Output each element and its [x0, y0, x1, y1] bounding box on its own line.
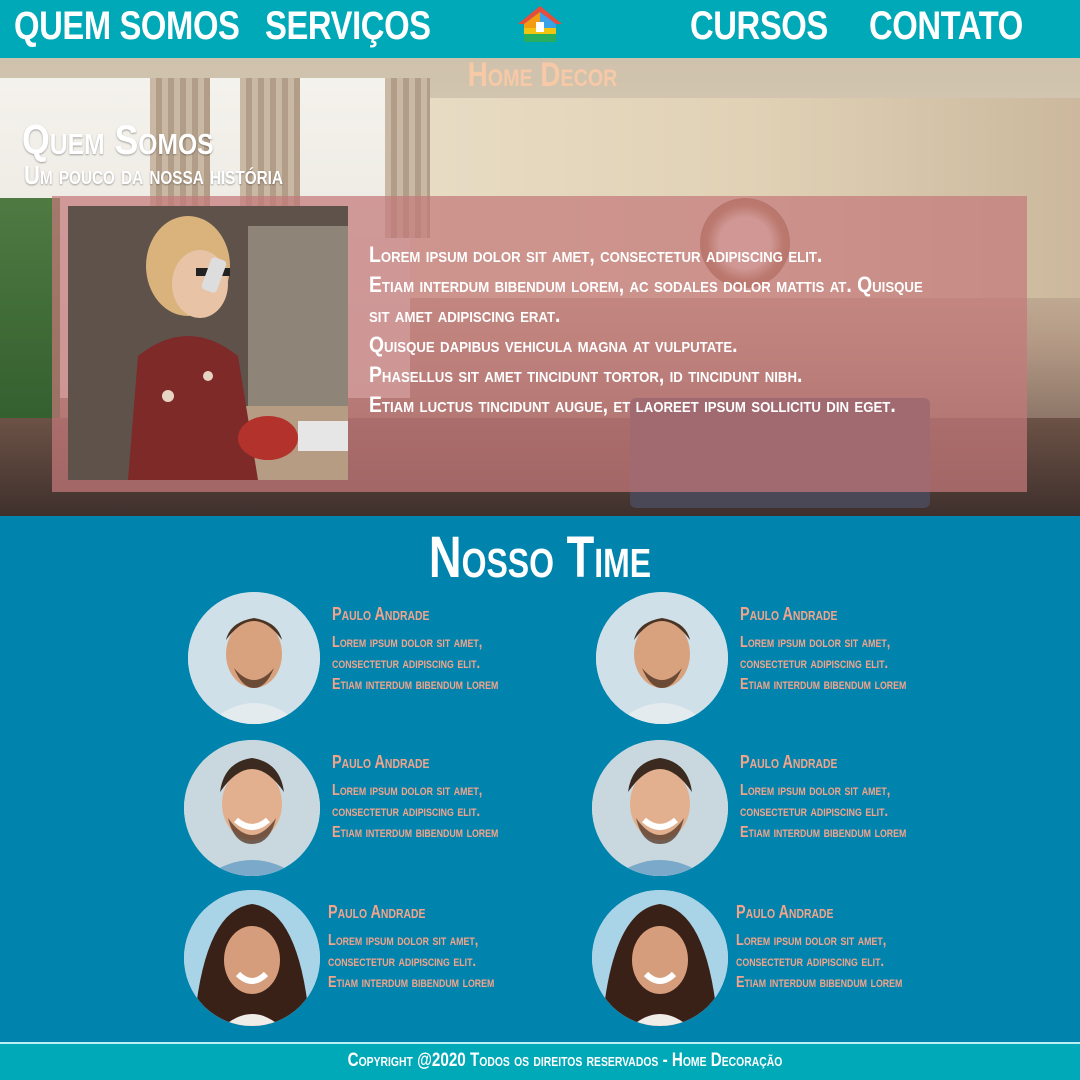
nav-link-quem-somos[interactable]: QUEM SOMOS — [14, 4, 240, 49]
about-title: Quem Somos — [22, 116, 214, 163]
about-text: Lorem ipsum dolor sit amet, consectetur … — [369, 242, 923, 417]
member-avatar — [596, 592, 728, 724]
about-subtitle: Um pouco da nossa história — [24, 160, 283, 190]
member-name: Paulo Andrade — [740, 752, 838, 772]
member-avatar — [188, 592, 320, 724]
member-avatar — [592, 890, 728, 1026]
nav-link-cursos[interactable]: CURSOS — [690, 4, 828, 49]
team-member-card: Paulo Andrade Lorem ipsum dolor sit amet… — [592, 890, 992, 1026]
member-name: Paulo Andrade — [328, 902, 426, 922]
nav-link-contato[interactable]: CONTATO — [869, 4, 1023, 49]
nav-link-servicos[interactable]: SERVIÇOS — [265, 4, 431, 49]
member-avatar — [184, 740, 320, 876]
team-member-card: Paulo Andrade Lorem ipsum dolor sit amet… — [184, 890, 584, 1026]
member-avatar — [592, 740, 728, 876]
member-name: Paulo Andrade — [332, 752, 430, 772]
footer: Copyright @2020 Todos os direitos reserv… — [0, 1042, 1080, 1080]
team-member-card: Paulo Andrade Lorem ipsum dolor sit amet… — [188, 592, 588, 728]
member-description: Lorem ipsum dolor sit amet, consectetur … — [328, 932, 495, 991]
team-member-card: Paulo Andrade Lorem ipsum dolor sit amet… — [592, 740, 992, 876]
house-logo-icon[interactable] — [514, 4, 566, 44]
member-name: Paulo Andrade — [332, 604, 430, 624]
team-title: Nosso Time — [428, 525, 652, 590]
top-nav: QUEM SOMOS SERVIÇOS CURSOS CONTATO — [0, 0, 1080, 58]
member-description: Lorem ipsum dolor sit amet, consectetur … — [736, 932, 903, 991]
brand-name: Home Decor — [467, 56, 618, 94]
member-name: Paulo Andrade — [740, 604, 838, 624]
member-description: Lorem ipsum dolor sit amet, consectetur … — [332, 782, 499, 841]
team-member-card: Paulo Andrade Lorem ipsum dolor sit amet… — [596, 592, 996, 728]
footer-copyright: Copyright @2020 Todos os direitos reserv… — [347, 1050, 783, 1071]
woman-on-phone-photo — [68, 206, 348, 480]
team-member-card: Paulo Andrade Lorem ipsum dolor sit amet… — [184, 740, 584, 876]
member-description: Lorem ipsum dolor sit amet, consectetur … — [740, 782, 907, 841]
member-avatar — [184, 890, 320, 1026]
member-description: Lorem ipsum dolor sit amet, consectetur … — [740, 634, 907, 693]
member-description: Lorem ipsum dolor sit amet, consectetur … — [332, 634, 499, 693]
member-name: Paulo Andrade — [736, 902, 834, 922]
